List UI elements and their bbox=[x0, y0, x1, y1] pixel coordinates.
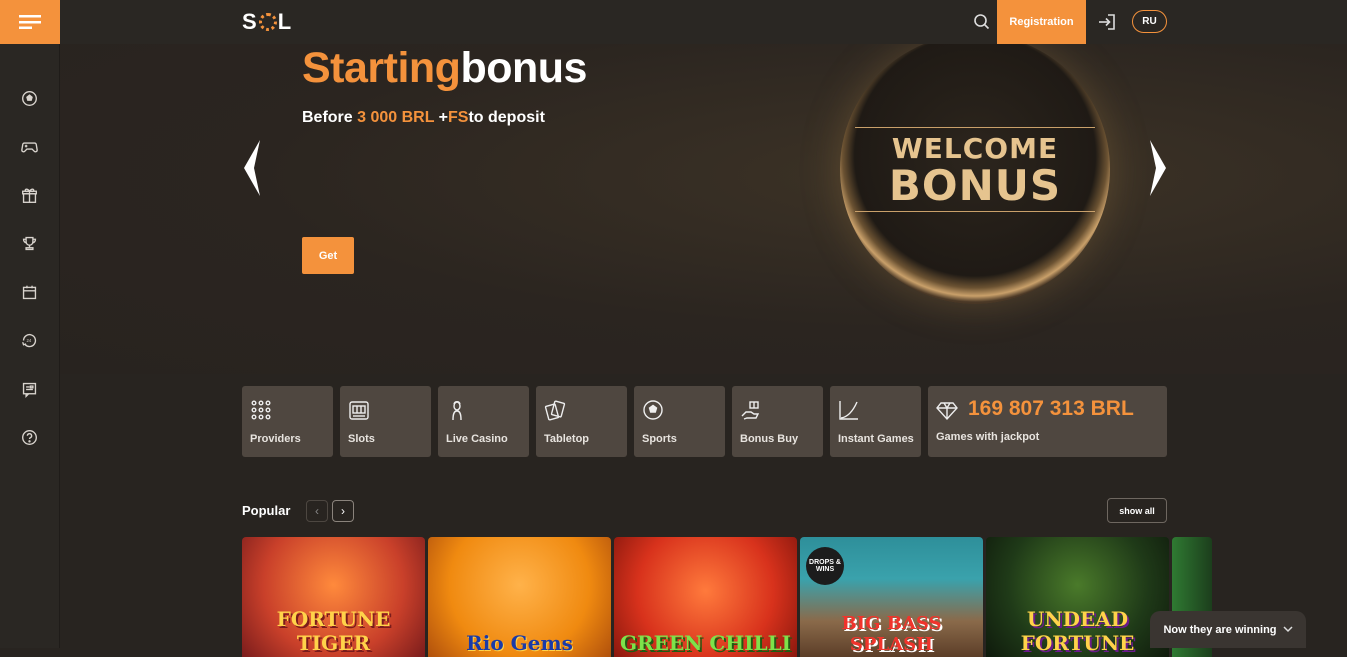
login-icon[interactable] bbox=[1096, 11, 1118, 33]
get-bonus-button[interactable]: Get bbox=[302, 237, 354, 274]
game-card[interactable]: UNDEAD FORTUNE bbox=[986, 537, 1169, 657]
coin-divider bbox=[855, 126, 1095, 128]
sidebar-item-support[interactable]: 24 bbox=[0, 317, 60, 366]
sidebar-item-tournaments[interactable] bbox=[0, 220, 60, 269]
popular-next-button[interactable]: › bbox=[332, 500, 354, 522]
chevron-left-icon: ‹ bbox=[315, 504, 319, 518]
popular-prev-button[interactable]: ‹ bbox=[306, 500, 328, 522]
popular-games-row: FORTUNE TIGER Rio Gems GREEN CHILLI DROP… bbox=[242, 537, 1212, 657]
hero-banner: Startingbonus Before 3 000 BRL +FSto dep… bbox=[60, 44, 1347, 374]
game-card[interactable]: GREEN CHILLI bbox=[614, 537, 797, 657]
now-winning-toggle[interactable]: Now they are winning bbox=[1150, 611, 1306, 648]
gift-icon bbox=[22, 188, 37, 203]
category-label: Live Casino bbox=[446, 433, 508, 445]
dealer-icon bbox=[452, 401, 462, 421]
category-tiles: Providers Slots Live Casino Tabletop Spo… bbox=[242, 386, 1167, 457]
category-instant-games[interactable]: Instant Games bbox=[830, 386, 921, 457]
coin-text-welcome: WELCOME bbox=[891, 131, 1059, 165]
chart-curve-icon bbox=[839, 401, 858, 420]
category-tabletop[interactable]: Tabletop bbox=[536, 386, 627, 457]
search-icon[interactable] bbox=[972, 12, 992, 32]
category-label: Sports bbox=[642, 433, 677, 445]
now-winning-label: Now they are winning bbox=[1163, 623, 1277, 636]
category-label: Bonus Buy bbox=[740, 433, 799, 445]
chevron-down-icon bbox=[1283, 626, 1293, 633]
chevron-right-icon: › bbox=[341, 504, 345, 518]
support-24-icon: 24 bbox=[22, 334, 37, 348]
slot-machine-icon bbox=[349, 401, 369, 420]
category-live-casino[interactable]: Live Casino bbox=[438, 386, 529, 457]
diamond-icon bbox=[936, 402, 958, 421]
category-label: Instant Games bbox=[838, 433, 914, 445]
game-card[interactable]: Rio Gems bbox=[428, 537, 611, 657]
svg-text:24: 24 bbox=[27, 338, 32, 343]
sidebar-item-bonuses[interactable] bbox=[0, 171, 60, 220]
sun-icon bbox=[258, 13, 277, 31]
category-jackpot[interactable]: 169 807 313 BRL Games with jackpot bbox=[928, 386, 1167, 457]
category-label: Games with jackpot bbox=[936, 431, 1040, 443]
top-header: S L Registration RU bbox=[60, 0, 1347, 44]
hamburger-icon bbox=[19, 15, 41, 29]
logo-text-left: S bbox=[242, 9, 258, 34]
grid-dots-icon bbox=[251, 400, 271, 420]
cards-icon bbox=[544, 400, 566, 421]
registration-button[interactable]: Registration bbox=[997, 0, 1086, 44]
logo-text-right: L bbox=[277, 9, 293, 34]
category-bonus-buy[interactable]: Bonus Buy bbox=[732, 386, 823, 457]
hero-title-orange: Starting bbox=[302, 44, 461, 92]
trophy-icon bbox=[22, 237, 37, 251]
game-title: GREEN CHILLI bbox=[619, 631, 792, 655]
category-label: Tabletop bbox=[544, 433, 590, 445]
sidebar-item-sports[interactable] bbox=[0, 74, 60, 123]
site-logo[interactable]: S L bbox=[242, 9, 292, 35]
drops-wins-badge: DROPS & WINS bbox=[806, 547, 844, 585]
language-selector[interactable]: RU bbox=[1132, 10, 1167, 33]
hero-sub-before: Before bbox=[302, 109, 358, 126]
chat-icon bbox=[22, 382, 37, 398]
coin-text-bonus: BONUS bbox=[888, 160, 1062, 210]
hero-title-white: bonus bbox=[460, 44, 587, 92]
game-card[interactable]: DROPS & WINS BIG BASS SPLASH bbox=[800, 537, 983, 657]
carousel-prev-icon[interactable] bbox=[240, 138, 264, 198]
hero-sub-after: to deposit bbox=[468, 109, 545, 126]
sidebar-nav: 24 bbox=[0, 44, 59, 462]
sidebar-item-games[interactable] bbox=[0, 123, 60, 172]
carousel-next-icon[interactable] bbox=[1146, 138, 1170, 198]
hero-sub-fs: FS bbox=[448, 109, 469, 126]
popular-section-title: Popular bbox=[242, 503, 291, 518]
calendar-icon bbox=[22, 285, 37, 299]
game-title: Rio Gems bbox=[466, 631, 573, 655]
sidebar-item-calendar[interactable] bbox=[0, 268, 60, 317]
category-label: Slots bbox=[348, 433, 375, 445]
coin-divider bbox=[855, 210, 1095, 212]
category-slots[interactable]: Slots bbox=[340, 386, 431, 457]
category-providers[interactable]: Providers bbox=[242, 386, 333, 457]
sidebar-item-help[interactable] bbox=[0, 414, 60, 463]
category-label: Providers bbox=[250, 433, 301, 445]
sidebar: 24 bbox=[0, 0, 60, 648]
hero-title: Startingbonus bbox=[302, 44, 587, 93]
hero-subtitle: Before 3 000 BRL +FSto deposit bbox=[302, 109, 545, 127]
gamepad-icon bbox=[21, 142, 38, 153]
sidebar-item-chat[interactable] bbox=[0, 365, 60, 414]
category-sports[interactable]: Sports bbox=[634, 386, 725, 457]
hero-sub-plus: + bbox=[434, 109, 448, 126]
hero-sub-amount: 3 000 BRL bbox=[357, 109, 435, 126]
menu-button[interactable] bbox=[0, 0, 60, 44]
jackpot-amount: 169 807 313 BRL bbox=[968, 397, 1134, 420]
soccer-ball-icon bbox=[22, 90, 37, 106]
welcome-bonus-coin: WELCOME BONUS bbox=[840, 44, 1110, 304]
soccer-ball-icon bbox=[643, 400, 663, 420]
show-all-button[interactable]: show all bbox=[1107, 498, 1167, 523]
hand-gift-icon bbox=[741, 401, 760, 420]
game-title: BIG BASS SPLASH bbox=[841, 613, 942, 655]
game-card[interactable]: FORTUNE TIGER bbox=[242, 537, 425, 657]
help-icon bbox=[22, 430, 37, 446]
